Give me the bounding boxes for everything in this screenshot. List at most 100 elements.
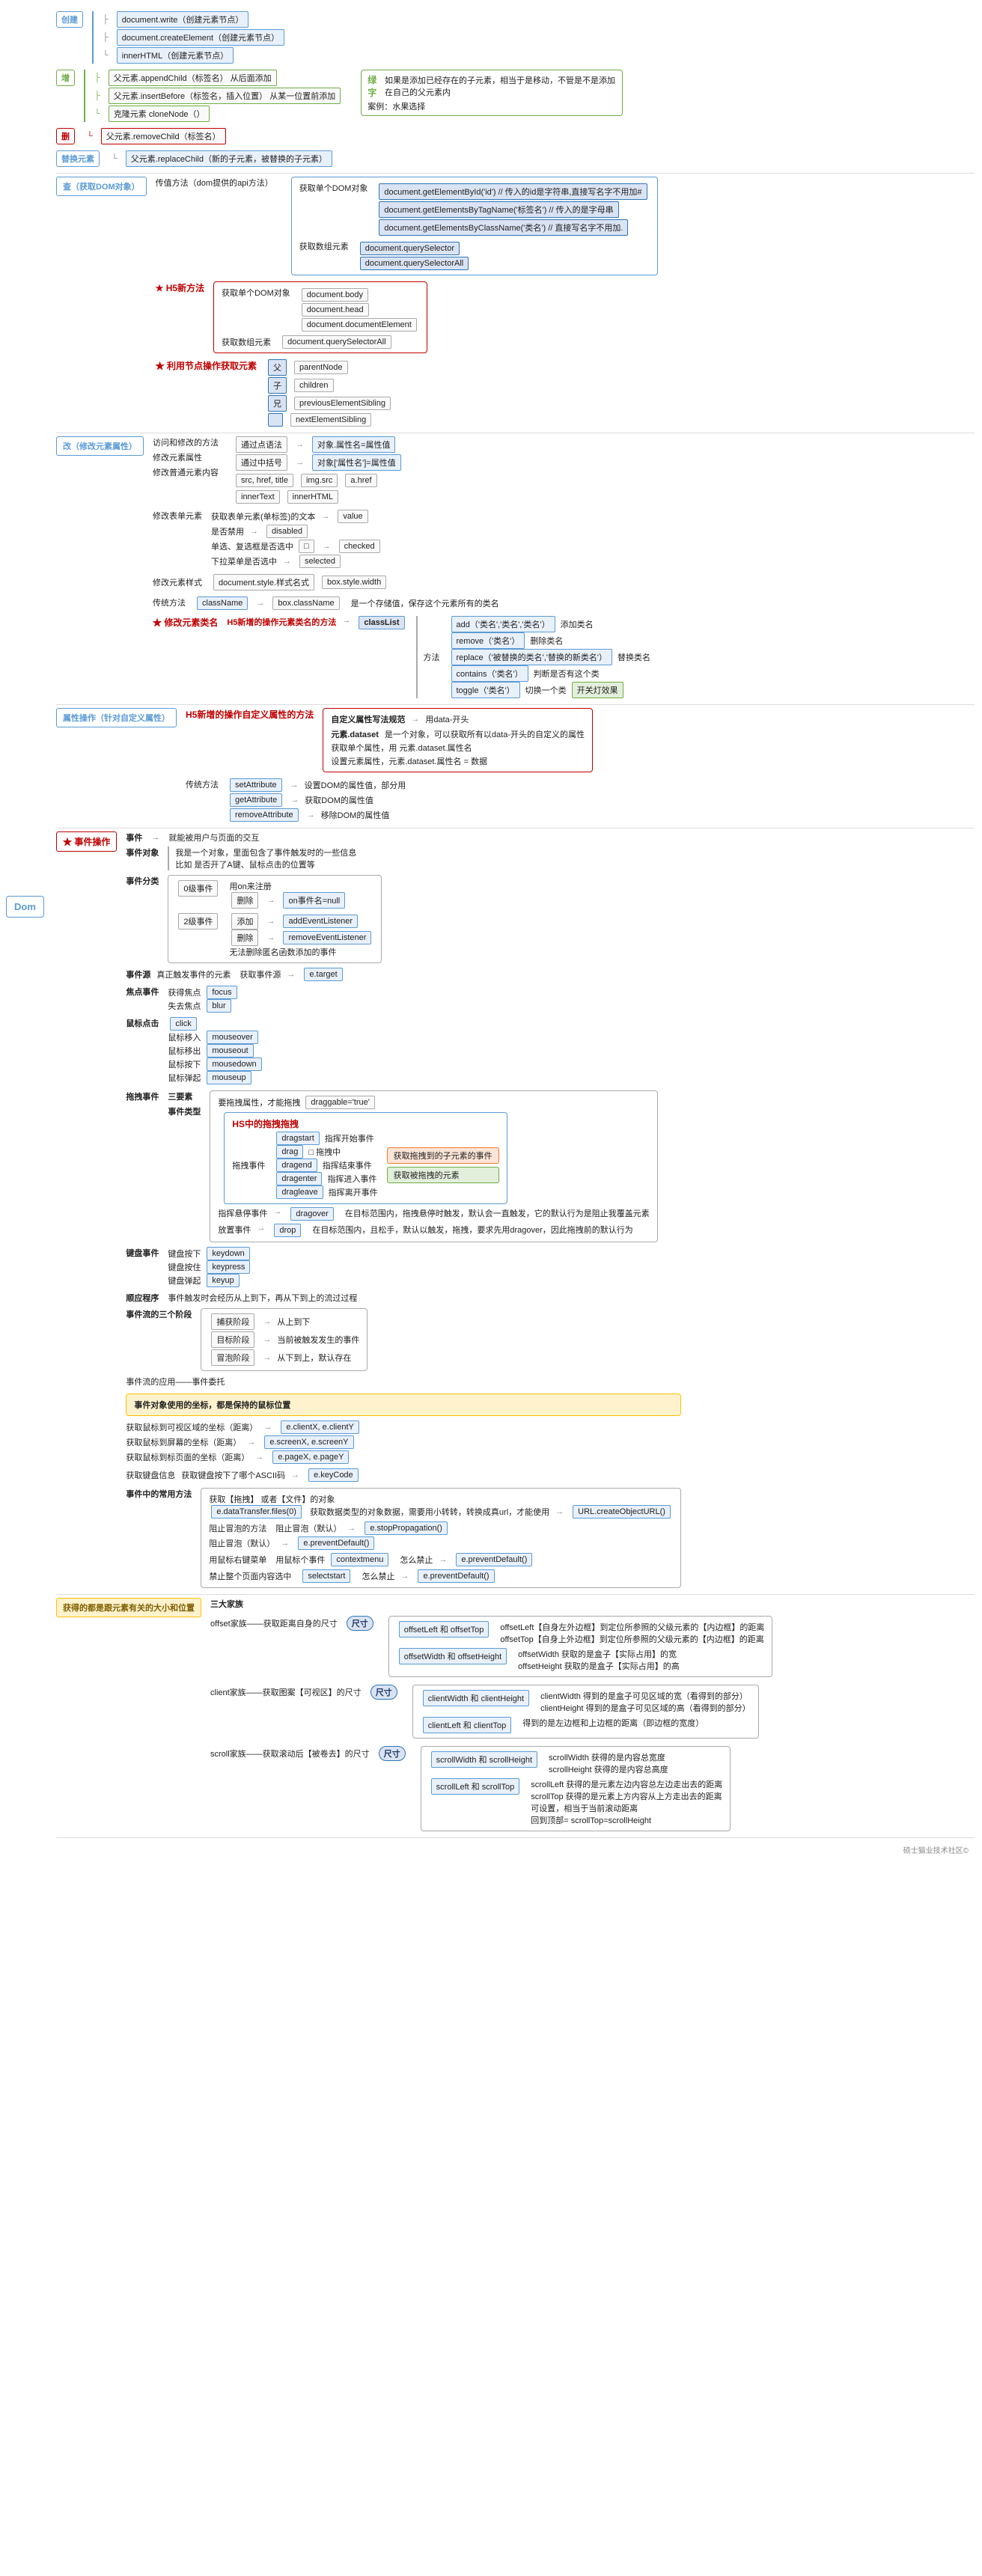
offset-widthheight: offsetWidth 和 offsetHeight offsetWidth 获… [397,1648,765,1672]
modify-content: 访问和修改的方法 修改元素属性 修改普通元素内容 通过点语法 → 对象.属性名=… [153,436,650,698]
footer: 硕士猫业技术社区© [56,1841,975,1858]
content-area: 创建 ├ document.write（创建元素节点） ├ document.c… [56,11,975,1858]
mouse-events-items: click 鼠标移入 mouseover 鼠标移出 mouseout [168,1017,263,1084]
delete-method: 父元素.removeChild（标签名） [101,128,226,144]
mouse-events-row: 鼠标点击 click 鼠标移入 mouseover 鼠标移出 m [126,1017,681,1084]
query-single2-methods: document.body document.head document.doc… [299,287,419,332]
create-method-2: document.createElement（创建元素节点） [117,29,284,46]
event-source-label: 事件源 [126,968,150,980]
query-multiple2: 获取数组元素 document.querySelectorAll [222,336,419,348]
event-common-methods-box: 获取【拖拽】 或者【文件】的对象 e.dataTransfer.files(0)… [201,1488,681,1588]
event-types-box: 0级事件 用on来注册 删除 → on事件名=null [168,875,382,963]
modify-access: 访问和修改的方法 修改元素属性 修改普通元素内容 通过点语法 → 对象.属性名=… [153,436,650,504]
main-container: Dom 创建 ├ document.write（创建元素节点） ├ docume… [0,0,982,1866]
focus-events-items: 获得焦点 focus 失去焦点 blur [168,986,239,1013]
event-phases-row: 事件流的三个阶段 捕获阶段 → 从上到下 目标阶段 → 当前被触发发生的事件 [126,1308,681,1371]
create-method-3: innerHTML（创建元素节点） [117,47,234,64]
modify-access-label-col: 访问和修改的方法 修改元素属性 修改普通元素内容 [153,436,219,478]
event-common-methods-section: 事件中的常用方法 获取【拖拽】 或者【文件】的对象 e.dataTransfer… [126,1488,681,1588]
client-props-box: clientWidth 和 clientHeight clientWidth 得… [412,1685,759,1739]
keyboard-events-label: 键盘事件 [126,1247,159,1259]
attr-h5-label: H5新增的操作自定义属性的方法 [186,708,314,721]
context-menu-row: 用鼠标右键菜单 用鼠标个事件 contextmenu 怎么禁止 → e.prev… [209,1553,673,1566]
replace-method: 父元素.replaceChild（新的子元素，被替换的子元素） [126,150,332,167]
drag-event-list: HS中的拖拽拖拽 拖拽事件 dragstart 指挥开始事件 [224,1112,507,1204]
classlist-row: H5新增的操作元素类名的方法 → classList 方法 add（'类名','… [227,616,650,698]
method-queryselectorall2: document.querySelectorAll [282,335,391,349]
method-head: document.head [302,303,369,317]
modify-access-items: 通过点语法 → 对象.属性名=属性值 通过中括号 → 对象['属性名']=属性值 [234,436,403,504]
event-flow-row: 顺应程序 事件触发时会经历从上到下，再从下到上的流过过程 [126,1292,681,1304]
attr-operation-content: H5新增的操作自定义属性的方法 自定义属性写法规范 → 用data-开头 元素.… [186,708,593,822]
node-next-sibling: nextElementSibling [266,413,393,427]
drag-notes: 获取拖拽到的子元素的事件 获取被拖拽的元素 [387,1147,499,1183]
classlist-prop: classList [359,616,404,629]
add-item-3: └ 克隆元素 cloneNode（） [91,106,343,122]
method-getbyid: document.getElementById('id') // 传入的id是字… [379,183,647,200]
event-coords-items: 获取鼠标到可视区域的坐标（距离） → e.clientX, e.clientY … [126,1420,362,1464]
delete-section: 删 └ 父元素.removeChild（标签名） [56,128,975,144]
method-getbyclassname: document.getElementsByClassName('类名') //… [379,219,628,236]
event-types-label: 事件分类 [126,875,159,887]
client-widthheight: clientWidth 和 clientHeight clientWidth 得… [421,1690,751,1714]
classlist-label: H5新增的操作元素类名的方法 [227,616,336,628]
create-item-3: └ innerHTML（创建元素节点） [100,47,287,64]
prevent-default-row: 阻止冒泡（默认） → e.preventDefault() [209,1536,673,1550]
scroll-family-section: scroll家族——获取滚动后【被卷去】的尺寸 尺寸 scrollWidth 和… [210,1746,772,1831]
keyboard-events-items: 键盘按下 keydown 键盘按住 keypress 键盘弹起 keyup [168,1247,252,1287]
keyboard-info-row: 获取键盘信息 获取键盘按下了哪个ASCII码 → e.keyCode [126,1468,681,1482]
modify-label: 改（修改元素属性） [56,436,144,456]
query-h5-label-row: ★ H5新方法 获取单个DOM对象 document.body [156,281,658,353]
offset-label: offset家族——获取距离自身的尺寸 [210,1617,338,1629]
modify-classname-h5-content: H5新增的操作元素类名的方法 → classList 方法 add（'类名','… [227,616,650,698]
event-phases-label: 事件流的三个阶段 [126,1308,192,1320]
drag-events-box: 要拖拽属性，才能拖拽 draggable='true' HS中的拖拽拖拽 [210,1090,657,1242]
add-method-3: 克隆元素 cloneNode（） [109,106,210,122]
event-target-note: 事件对象使用的坐标，都是保持的鼠标位置 [134,1399,290,1411]
create-label: 创建 [56,11,83,28]
client-family-section: client家族——获取图案【可视区】的尺寸 尺寸 clientWidth 和 … [210,1685,772,1739]
query-node-section: ★ 利用节点操作获取元素 父 parentNode 子 children [156,359,658,427]
scroll-label: scroll家族——获取滚动后【被卷去】的尺寸 [210,1748,370,1759]
add-method-1: 父元素.appendChild（标签名） 从后面添加 [109,70,277,86]
query-multiple: 获取数组元素 document.querySelector document.q… [299,240,650,270]
add-note-1: 绿字 如果是添加已经存在的子元素，相当于是移动，不管是不是添加在自己的父元素内 [368,73,616,99]
query-h5-section: 传值方法（dom提供的api方法） 获取单个DOM对象 document.get… [156,177,658,275]
method-body: document.body [302,288,368,302]
modify-style-section: 修改元素样式 document.style.样式名式 box.style.wid… [153,574,650,590]
event-phases-box: 捕获阶段 → 从上到下 目标阶段 → 当前被触发发生的事件 冒泡阶段 [201,1308,368,1371]
event-object-row: 事件对象 我是一个对象，里面包含了事件触发时的一些信息 比如 是否开了A键、鼠标… [126,846,681,870]
modify-form-items: 获取表单元素(单标签)的文本 → value 是否禁用 → disabled 单… [211,510,382,568]
method-queryselectorall: document.querySelectorAll [360,257,469,270]
attr-traditional-label: 传统方法 [186,778,219,790]
query-multiple2-methods: document.querySelectorAll [280,336,393,347]
focus-events-row: 焦点事件 获得焦点 focus 失去焦点 blur [126,986,681,1013]
event-object-content: 我是一个对象，里面包含了事件触发时的一些信息 比如 是否开了A键、鼠标点击的位置… [168,846,356,870]
replace-section: 替换元素 └ 父元素.replaceChild（新的子元素，被替换的子元素） [56,150,975,167]
modify-content-items: innerText innerHTML [234,490,403,504]
event-operation-label: ★ 事件操作 [56,831,117,852]
delete-label: 删 [56,128,75,144]
query-single2: 获取单个DOM对象 document.body document.head [222,287,419,332]
event-common-methods-label: 事件中的常用方法 [126,1488,192,1500]
keyboard-info-label: 获取键盘信息 [126,1469,175,1481]
add-item-2: ├ 父元素.insertBefore（标签名，插入位置） 从某一位置前添加 [91,88,343,104]
drag-events-section: 拖拽事件 三要素 事件类型 要拖 [126,1090,681,1242]
dom-label: Dom [6,896,44,918]
modify-section: 改（修改元素属性） 访问和修改的方法 修改元素属性 修改普通元素内容 通过 [56,436,975,698]
attr-operation-section: 属性操作（针对自定义属性） H5新增的操作自定义属性的方法 自定义属性写法规范 … [56,708,975,822]
replace-label: 替换元素 [56,150,100,167]
mouse-events-label: 鼠标点击 [126,1017,159,1029]
drop-row: 放置事件 → drop 在目标范围内，且松手，默认以触发，拖拽，要求先用drag… [218,1224,649,1237]
query-single-methods: document.getElementById('id') // 传入的id是字… [376,182,649,236]
delete-item: └ 父元素.removeChild（标签名） [84,128,228,144]
keyboard-events-row: 键盘事件 键盘按下 keydown 键盘按住 keypress [126,1247,681,1287]
focus-events-label: 焦点事件 [126,986,159,998]
offset-family-section: offset家族——获取距离自身的尺寸 尺寸 offsetLeft 和 offs… [210,1616,772,1677]
query-methods-box: 获取单个DOM对象 document.getElementById('id') … [291,177,658,275]
node-methods-label: ★ 利用节点操作获取元素 [156,359,257,372]
event-delegation-row: 事件流的应用——事件委托 [126,1376,681,1388]
dom2-events: 2级事件 添加 → addEventListener 删除 [176,913,373,958]
stop-propagation-row: 阻止冒泡的方法 阻止冒泡（默认） → e.stopPropagation() [209,1522,673,1535]
add-note-2: 案例：水果选择 [368,100,616,112]
